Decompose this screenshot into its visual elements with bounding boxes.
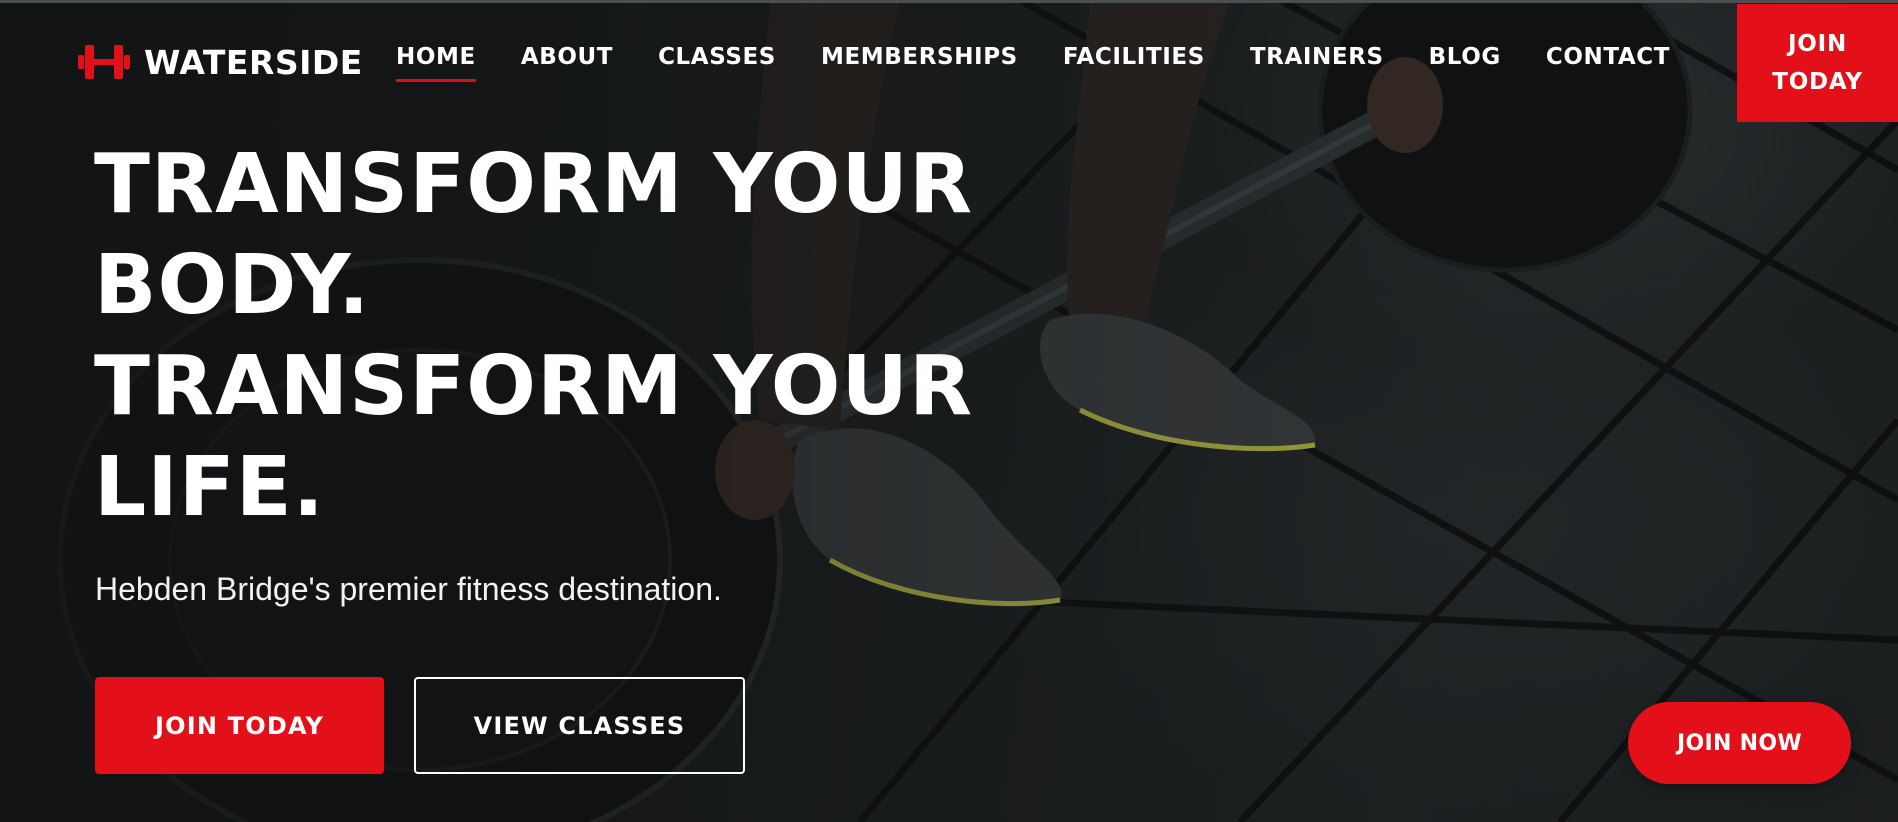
nav-item-facilities[interactable]: FACILITIES [1063, 44, 1205, 82]
headline-line-3: TRANSFORM YOUR [94, 339, 974, 434]
brand-name: WATERSIDE [144, 42, 363, 82]
brand-logo[interactable]: WATERSIDE [78, 40, 363, 84]
headline-line-4: LIFE. [94, 440, 325, 535]
nav-join-today-button[interactable]: JOIN TODAY [1737, 4, 1898, 122]
nav-item-home[interactable]: HOME [396, 44, 476, 82]
nav-item-about[interactable]: ABOUT [521, 44, 613, 82]
headline-line-1: TRANSFORM YOUR [94, 137, 974, 232]
hero-subtitle: Hebden Bridge's premier fitness destinat… [95, 571, 722, 607]
headline-line-2: BODY. [94, 238, 371, 333]
nav-item-contact[interactable]: CONTACT [1546, 44, 1670, 82]
nav-join-line1: JOIN [1787, 31, 1848, 57]
view-classes-button[interactable]: VIEW CLASSES [414, 677, 745, 774]
hero-headline: TRANSFORM YOUR BODY. TRANSFORM YOUR LIFE… [94, 134, 994, 538]
nav-join-line2: TODAY [1772, 69, 1863, 95]
nav-item-memberships[interactable]: MEMBERSHIPS [821, 44, 1018, 82]
nav-item-trainers[interactable]: TRAINERS [1250, 44, 1384, 82]
top-border [0, 0, 1898, 3]
nav-item-blog[interactable]: BLOG [1429, 44, 1501, 82]
nav-item-classes[interactable]: CLASSES [658, 44, 776, 82]
floating-join-now-button[interactable]: JOIN NOW [1628, 702, 1851, 784]
main-nav: HOME ABOUT CLASSES MEMBERSHIPS FACILITIE… [396, 44, 1670, 82]
dumbbell-icon [78, 45, 130, 79]
join-today-button[interactable]: JOIN TODAY [95, 677, 384, 774]
